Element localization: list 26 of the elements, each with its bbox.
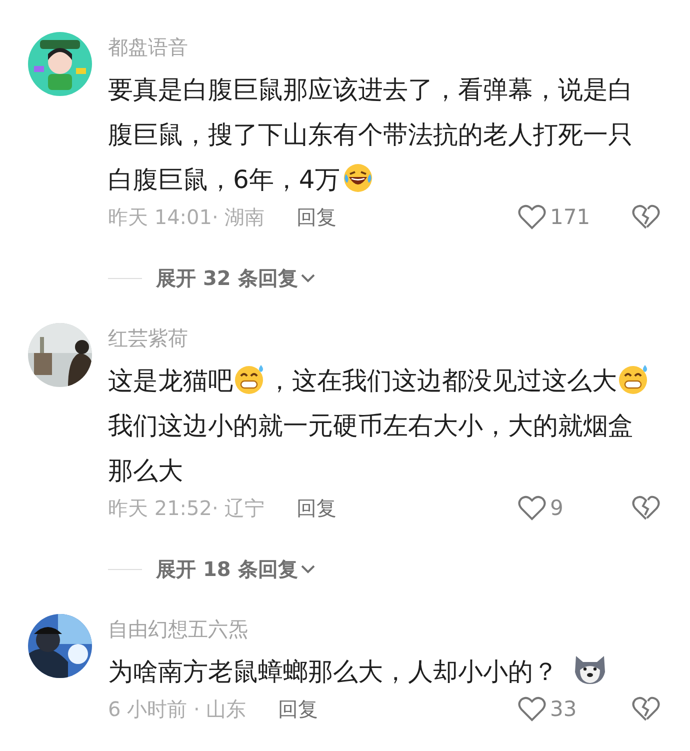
comment-text: 要真是白腹巨鼠那应该进去了，看弹幕，说是白腹巨鼠，搜了下山东有个带法抗的老人打死一只白腹巨鼠，6年，4万 xyxy=(108,74,634,196)
heart-icon[interactable] xyxy=(518,204,546,230)
comment-time: 昨天 21:52· 辽宁 xyxy=(108,494,265,522)
comment-text: 为啥南方老鼠蟑螂那么大，人却小小的？ xyxy=(108,649,654,694)
like-count: 33 xyxy=(550,697,578,721)
heart-icon[interactable] xyxy=(518,495,546,521)
heart-icon[interactable] xyxy=(518,696,546,722)
broken-heart-icon[interactable] xyxy=(632,495,660,521)
reply-link[interactable]: 回复 xyxy=(296,494,337,522)
like-count: 171 xyxy=(550,205,592,229)
expand-replies-button[interactable]: 展开 32 条回复 xyxy=(156,264,316,292)
comment-time: 昨天 14:01· 湖南 xyxy=(108,204,265,230)
reply-link[interactable]: 回复 xyxy=(278,696,318,722)
comment-text: 这是龙猫吧 ，这在我们这边都没见过这么大 我们这边小的就一元硬币左右大小，大的就烟盒那么大 xyxy=(108,358,654,493)
user-name: 红芸紫荷 xyxy=(108,325,189,352)
expand-replies-button[interactable]: 展开 18 条回复 xyxy=(156,556,316,582)
laughing-crying-emoji-icon xyxy=(342,162,374,194)
like-count: 9 xyxy=(550,496,564,520)
comment-time: 6 小时前 · 山东 xyxy=(108,696,246,722)
user-name: 自由幻想五六炁 xyxy=(108,616,249,643)
broken-heart-icon[interactable] xyxy=(632,204,660,230)
user-name: 都盘语音 xyxy=(108,34,189,61)
chevron-down-icon xyxy=(300,273,316,283)
reply-link[interactable]: 回复 xyxy=(296,204,337,230)
chevron-down-icon xyxy=(300,564,316,574)
broken-heart-icon[interactable] xyxy=(632,696,660,722)
